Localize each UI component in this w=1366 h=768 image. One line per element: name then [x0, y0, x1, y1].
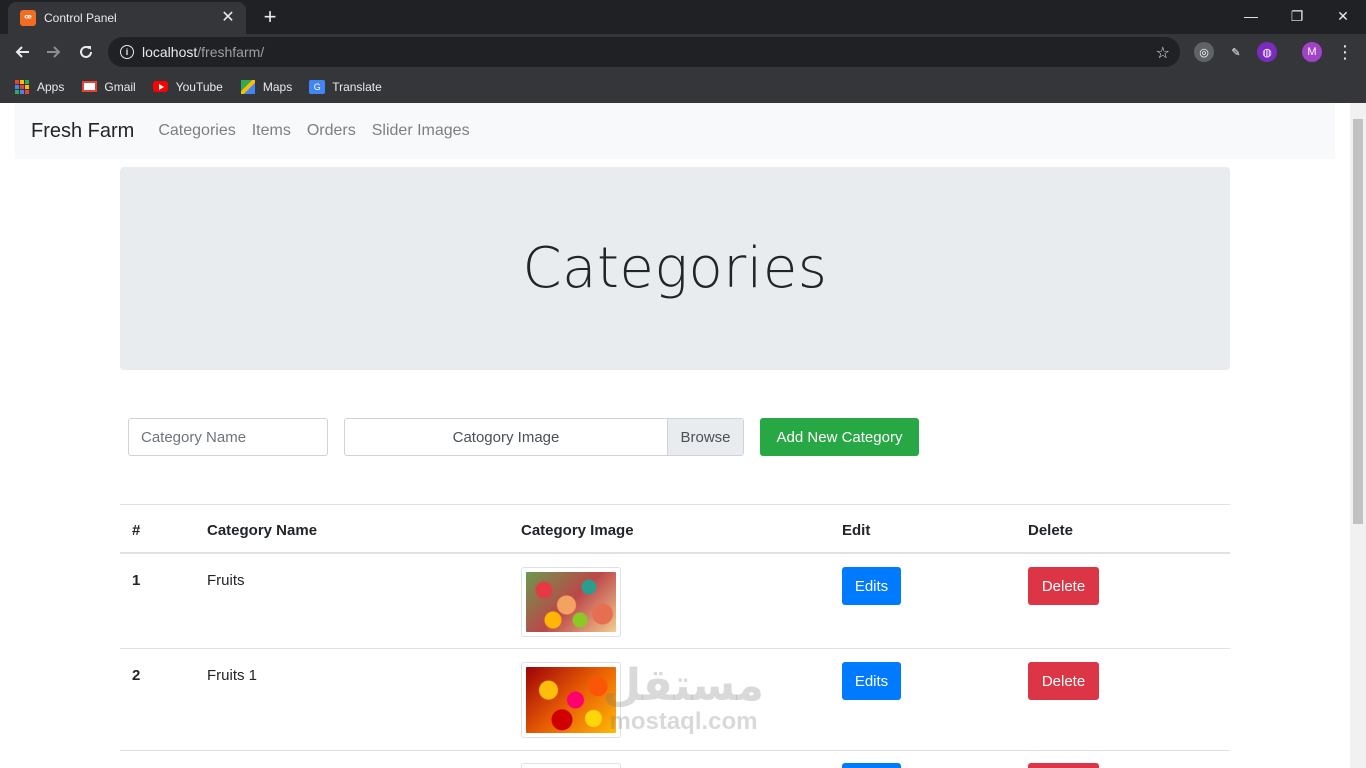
delete-button[interactable]: Delete: [1028, 662, 1099, 700]
url-host: localhost: [142, 44, 198, 60]
site-navbar: Fresh Farm Categories Items Orders Slide…: [15, 103, 1335, 159]
column-header-image: Category Image: [521, 522, 634, 539]
browser-toolbar: i localhost/freshfarm/ ☆ ◎ ✎ ◍ M ⋮: [0, 34, 1366, 70]
bookmark-apps[interactable]: Apps: [14, 79, 65, 94]
close-window-button[interactable]: ✕: [1320, 0, 1366, 32]
gmail-icon: [81, 80, 97, 94]
bookmark-label: Apps: [37, 79, 65, 94]
bookmark-maps[interactable]: Maps: [240, 79, 293, 94]
chrome-menu-icon[interactable]: ⋮: [1333, 40, 1357, 64]
column-header-edit: Edit: [842, 522, 871, 539]
row-category-name: Fruits 1: [207, 667, 258, 684]
site-info-icon[interactable]: i: [120, 45, 134, 59]
file-input-label: Catogory Image: [452, 428, 560, 446]
edit-button[interactable]: [842, 763, 901, 768]
row-index: 1: [132, 572, 141, 589]
add-category-button[interactable]: Add New Category: [760, 418, 919, 456]
translate-icon: G: [309, 79, 326, 94]
browser-tab[interactable]: ꟹ Control Panel ✕: [8, 2, 246, 34]
category-thumbnail: [521, 763, 621, 768]
delete-button[interactable]: [1028, 763, 1099, 768]
bookmarks-bar: Apps Gmail YouTube Maps G Translate: [0, 70, 1366, 103]
new-tab-button[interactable]: +: [258, 6, 282, 28]
url-path: /freshfarm/: [197, 44, 265, 60]
nav-link-items[interactable]: Items: [252, 122, 291, 140]
minimize-window-button[interactable]: —: [1228, 0, 1274, 32]
restore-window-button[interactable]: ❐: [1274, 0, 1320, 32]
extension-pen-icon[interactable]: ✎: [1226, 42, 1246, 62]
nav-link-categories[interactable]: Categories: [158, 122, 235, 140]
browser-tab-strip: ꟹ Control Panel ✕ + — ❐ ✕: [0, 0, 1366, 34]
bookmark-label: YouTube: [175, 79, 223, 94]
categories-table: # Category Name Category Image Edit Dele…: [120, 504, 1230, 768]
bookmark-translate[interactable]: G Translate: [309, 79, 382, 94]
page-scrollbar[interactable]: [1350, 103, 1366, 768]
tab-title: Control Panel: [44, 11, 117, 25]
edit-button[interactable]: Edits: [842, 662, 901, 700]
maps-icon: [240, 79, 256, 94]
column-header-index: #: [132, 522, 141, 539]
column-header-name: Category Name: [207, 522, 318, 539]
close-tab-icon[interactable]: ✕: [220, 10, 236, 26]
bookmark-gmail[interactable]: Gmail: [81, 79, 136, 94]
forward-arrow-icon[interactable]: [42, 40, 66, 64]
bookmark-star-icon[interactable]: ☆: [1156, 43, 1170, 63]
bookmark-youtube[interactable]: YouTube: [153, 80, 223, 94]
reload-icon[interactable]: [74, 40, 98, 64]
table-row-partial: [120, 751, 1230, 768]
extension-circle-icon[interactable]: ◎: [1194, 42, 1214, 62]
navbar-brand[interactable]: Fresh Farm: [31, 120, 134, 143]
category-image-file-input[interactable]: Catogory Image Browse: [344, 418, 744, 456]
table-row: 1 Fruits Edits Delete: [120, 554, 1230, 649]
scrollbar-thumb[interactable]: [1353, 119, 1363, 524]
page-header-jumbotron: Categories: [120, 167, 1230, 370]
address-bar[interactable]: i localhost/freshfarm/ ☆: [108, 37, 1180, 67]
page-viewport: Fresh Farm Categories Items Orders Slide…: [0, 103, 1350, 768]
delete-button[interactable]: Delete: [1028, 567, 1099, 605]
bookmark-label: Translate: [332, 79, 382, 94]
youtube-icon: [153, 80, 169, 94]
table-row: 2 Fruits 1 Edits Delete: [120, 649, 1230, 751]
back-arrow-icon[interactable]: [10, 40, 34, 64]
extension-globe-icon[interactable]: ◍: [1257, 42, 1277, 62]
page-title: Categories: [522, 236, 828, 301]
nav-link-orders[interactable]: Orders: [307, 122, 356, 140]
profile-avatar[interactable]: M: [1302, 42, 1322, 62]
apps-grid-icon: [14, 79, 30, 94]
category-thumbnail: [521, 662, 621, 738]
table-header-row: # Category Name Category Image Edit Dele…: [120, 504, 1230, 554]
bookmark-label: Maps: [262, 79, 293, 94]
xampp-favicon-icon: ꟹ: [20, 10, 36, 26]
category-thumbnail: [521, 567, 621, 637]
category-name-input[interactable]: Category Name: [128, 418, 328, 456]
row-category-name: Fruits: [207, 572, 245, 589]
bookmark-label: Gmail: [104, 79, 136, 94]
edit-button[interactable]: Edits: [842, 567, 901, 605]
nav-link-slider-images[interactable]: Slider Images: [372, 122, 470, 140]
column-header-delete: Delete: [1028, 522, 1074, 539]
browse-button[interactable]: Browse: [667, 419, 743, 455]
row-index: 2: [132, 667, 141, 684]
